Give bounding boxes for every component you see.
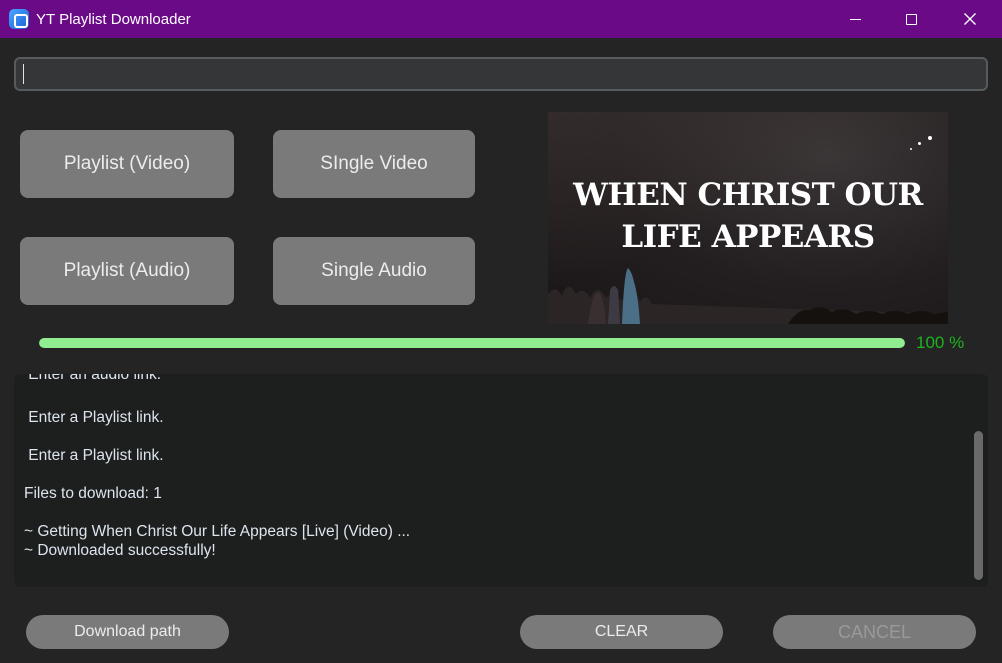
log-line: ~ Getting When Christ Our Life Appears […: [24, 523, 411, 540]
playlist-video-button[interactable]: Playlist (Video): [20, 130, 234, 198]
log-scrollbar[interactable]: [974, 431, 983, 580]
close-icon: [964, 13, 976, 25]
video-thumbnail: WHEN CHRIST OUR LIFE APPEARS: [548, 112, 948, 324]
app-icon: [9, 9, 29, 29]
thumbnail-title-line1: WHEN CHRIST OUR: [573, 177, 923, 213]
download-path-button[interactable]: Download path: [26, 615, 229, 649]
playlist-audio-button[interactable]: Playlist (Audio): [20, 237, 234, 305]
thumbnail-title-line2: LIFE APPEARS: [621, 219, 875, 255]
log-line: Enter a Playlist link.: [24, 447, 164, 464]
maximize-button[interactable]: [888, 0, 934, 38]
minimize-icon: [849, 18, 861, 20]
log-output[interactable]: Enter an audio link. Enter a Playlist li…: [14, 374, 988, 587]
clear-button[interactable]: CLEAR: [520, 615, 723, 649]
thumbnail-title: WHEN CHRIST OUR LIFE APPEARS: [548, 174, 948, 258]
app-window: YT Playlist Downloader Playlist (Video) …: [0, 0, 1002, 663]
url-input[interactable]: [14, 57, 988, 91]
download-progress-bar: [39, 338, 905, 348]
log-line: Enter an audio link.: [24, 374, 162, 383]
log-line: Enter a Playlist link.: [24, 409, 164, 426]
title-bar: YT Playlist Downloader: [0, 0, 1002, 38]
close-button[interactable]: [947, 0, 993, 38]
single-video-button[interactable]: SIngle Video: [273, 130, 475, 198]
log-line: ~ Downloaded successfully!: [24, 542, 216, 559]
cancel-button[interactable]: CANCEL: [773, 615, 976, 649]
single-audio-button[interactable]: Single Audio: [273, 237, 475, 305]
text-caret: [23, 64, 24, 84]
maximize-icon: [905, 13, 917, 25]
progress-fill: [39, 338, 905, 348]
crowd-silhouette: [548, 268, 948, 324]
log-line: Files to download: 1: [24, 485, 162, 502]
progress-percent: 100 %: [916, 333, 965, 352]
minimize-button[interactable]: [832, 0, 878, 38]
window-title: YT Playlist Downloader: [36, 11, 191, 28]
